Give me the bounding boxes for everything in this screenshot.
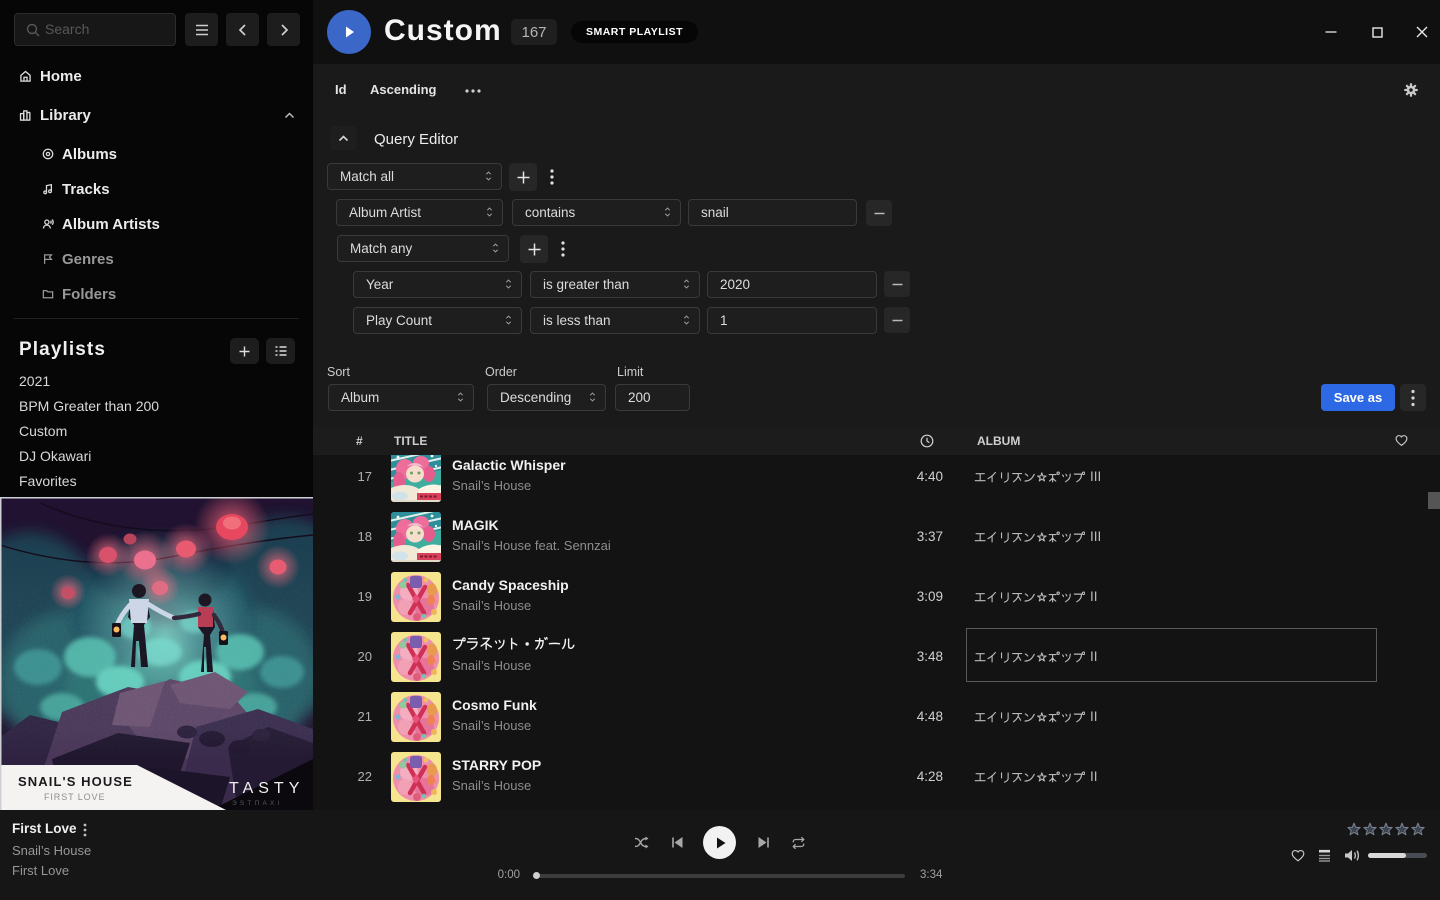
svg-text:ЭSTПAXI: ЭSTПAXI: [232, 800, 283, 807]
svg-text:TASTY: TASTY: [229, 780, 304, 797]
svg-text:SNAIL'S HOUSE: SNAIL'S HOUSE: [18, 774, 133, 789]
svg-text:FIRST LOVE: FIRST LOVE: [44, 792, 105, 802]
